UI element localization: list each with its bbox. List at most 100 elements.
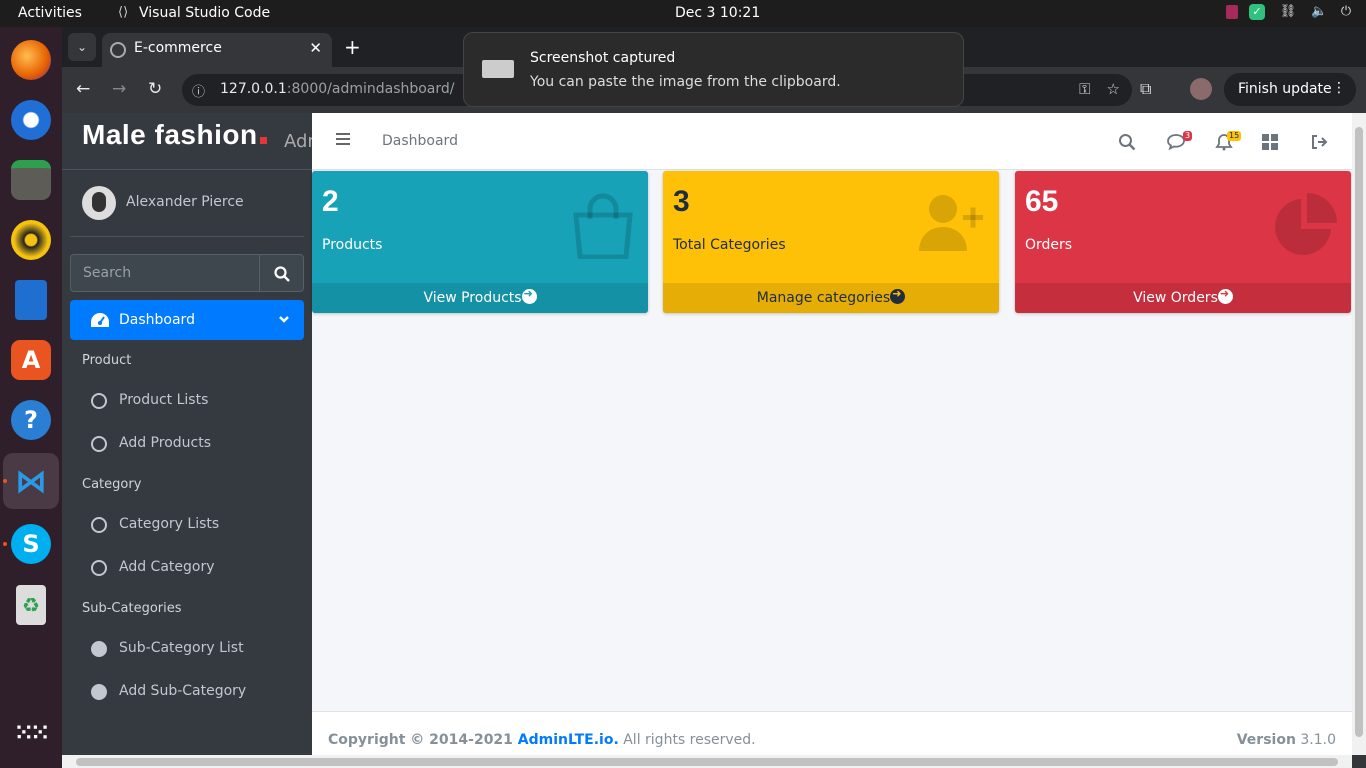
- scrollbar-thumb[interactable]: [1355, 127, 1363, 737]
- sidebar-search-input[interactable]: [70, 254, 259, 292]
- nav-header-sub-categories: Sub-Categories: [82, 601, 182, 616]
- nav-dashboard-link[interactable]: Dashboard: [382, 133, 458, 149]
- arrow-circle-right-icon: [1217, 287, 1233, 304]
- sidebar-item-label: Sub-Category List: [119, 640, 244, 656]
- sidebar-item-sub-category-list[interactable]: Sub-Category List: [70, 631, 304, 667]
- network-icon[interactable]: ⛓: [1276, 4, 1300, 20]
- user-avatar[interactable]: [82, 186, 116, 220]
- sidebar-item-add-sub-category[interactable]: Add Sub-Category: [70, 674, 304, 710]
- adminlte-link[interactable]: AdminLTE.io.: [518, 732, 619, 748]
- user-plus-icon: [919, 195, 983, 251]
- power-icon[interactable]: ⏻: [1338, 4, 1354, 20]
- help-icon[interactable]: ?: [11, 400, 51, 440]
- filled-circle-icon: [91, 684, 107, 700]
- widgets-grid-icon[interactable]: [1262, 134, 1278, 150]
- activities-button[interactable]: Activities: [18, 5, 82, 21]
- sidebar-item-add-products[interactable]: Add Products: [70, 426, 304, 462]
- running-indicator: [3, 479, 7, 483]
- site-info-icon[interactable]: ⓘ: [192, 81, 205, 100]
- orders-label: Orders: [1025, 237, 1073, 253]
- chevron-down-icon: [279, 316, 289, 323]
- sidebar-item-dashboard[interactable]: Dashboard: [70, 300, 304, 340]
- pie-chart-icon: [1275, 193, 1337, 255]
- notifications-badge: 15: [1227, 131, 1242, 141]
- copyright-text: Copyright © 2014-2021 AdminLTE.io. All r…: [328, 732, 756, 748]
- user-panel: Alexander Pierce: [70, 179, 304, 237]
- view-products-link[interactable]: View Products: [312, 283, 648, 313]
- back-icon[interactable]: ←: [76, 79, 90, 99]
- skype-icon[interactable]: S: [11, 524, 51, 564]
- sidebar-item-label: Add Category: [119, 559, 215, 575]
- vscode-icon[interactable]: ⋈: [11, 461, 51, 501]
- scrollbar-thumb[interactable]: [76, 758, 1338, 766]
- globe-icon: [110, 42, 126, 58]
- system-tray[interactable]: ✓ ⛓ 🔈 ⏻: [1226, 4, 1354, 20]
- orders-box: 65 Orders View Orders: [1015, 171, 1351, 313]
- forward-icon[interactable]: →: [112, 79, 126, 99]
- trash-icon[interactable]: ♻: [16, 585, 46, 625]
- screenshot-notification[interactable]: Screenshot captured You can paste the im…: [463, 32, 964, 107]
- writer-icon[interactable]: [15, 280, 47, 320]
- firefox-icon[interactable]: [11, 40, 51, 80]
- products-box: 2 Products View Products: [312, 171, 648, 313]
- close-tab-icon[interactable]: ✕: [309, 39, 322, 57]
- files-icon[interactable]: [11, 160, 51, 200]
- filled-circle-icon: [91, 641, 107, 657]
- app-grid-icon[interactable]: ⁙⁙: [11, 713, 51, 753]
- finish-update-button[interactable]: Finish update ⋮: [1224, 73, 1356, 106]
- arrow-circle-right-icon: [890, 287, 906, 304]
- nav-header-category: Category: [82, 477, 142, 492]
- finish-update-label: Finish update: [1238, 81, 1332, 97]
- app-center-icon[interactable]: A: [11, 340, 51, 380]
- hamburger-menu-icon[interactable]: [336, 133, 350, 145]
- brand-logo: Male fashion: [82, 119, 267, 151]
- sidebar: Male fashion Adm Alexander Pierce Dashbo…: [62, 113, 312, 755]
- shopping-bag-icon: [573, 193, 633, 259]
- app-menu[interactable]: Visual Studio Code: [139, 5, 270, 21]
- circle-icon: [91, 393, 107, 409]
- vertical-scrollbar[interactable]: [1352, 113, 1366, 755]
- brand-link[interactable]: Male fashion Adm: [62, 113, 312, 170]
- bookmark-star-icon[interactable]: ☆: [1107, 80, 1120, 98]
- sidebar-item-add-category[interactable]: Add Category: [70, 550, 304, 586]
- reload-icon[interactable]: ↻: [148, 79, 162, 99]
- view-orders-link[interactable]: View Orders: [1015, 283, 1351, 313]
- thunderbird-icon[interactable]: [11, 100, 51, 140]
- password-key-icon[interactable]: ⚿: [1079, 80, 1090, 98]
- sidebar-search-button[interactable]: [259, 254, 304, 292]
- user-name[interactable]: Alexander Pierce: [126, 194, 244, 210]
- clock[interactable]: Dec 3 10:21: [675, 5, 760, 21]
- sidebar-search: [70, 254, 304, 292]
- tab-search-icon[interactable]: ⌄: [68, 33, 96, 61]
- running-indicator: [3, 542, 7, 546]
- main-navbar: Dashboard 3 15: [312, 113, 1352, 170]
- categories-box: 3 Total Categories Manage categories: [663, 171, 999, 313]
- sidebar-item-label: Product Lists: [119, 392, 209, 408]
- sidebar-item-product-lists[interactable]: Product Lists: [70, 383, 304, 419]
- update-check-icon[interactable]: ✓: [1249, 4, 1265, 20]
- logout-icon[interactable]: [1310, 133, 1328, 151]
- brand-subtitle: Adm: [284, 131, 312, 152]
- sidebar-item-label: Dashboard: [119, 312, 195, 328]
- notification-title: Screenshot captured: [530, 50, 676, 66]
- profile-avatar[interactable]: [1190, 78, 1212, 100]
- system-top-bar: Activities ⟨⟩ Visual Studio Code Dec 3 1…: [0, 0, 1366, 27]
- kebab-menu-icon[interactable]: ⋮: [1332, 80, 1346, 96]
- indicator-icon[interactable]: [1226, 5, 1238, 19]
- rhythmbox-icon[interactable]: [11, 220, 51, 260]
- horizontal-scrollbar[interactable]: [62, 755, 1352, 768]
- extensions-icon[interactable]: ⧉: [1140, 79, 1151, 99]
- tab-title: E-commerce: [134, 40, 222, 56]
- new-tab-icon[interactable]: +: [344, 35, 361, 59]
- sidebar-item-label: Add Sub-Category: [119, 683, 247, 699]
- categories-count: 3: [673, 185, 690, 218]
- sidebar-item-category-lists[interactable]: Category Lists: [70, 507, 304, 543]
- nav-header-product: Product: [82, 353, 132, 368]
- navbar-search-icon[interactable]: [1118, 133, 1136, 151]
- main-footer: Copyright © 2014-2021 AdminLTE.io. All r…: [312, 711, 1352, 755]
- circle-icon: [91, 436, 107, 452]
- manage-categories-link[interactable]: Manage categories: [663, 283, 999, 313]
- messages-badge: 3: [1183, 131, 1193, 141]
- tab-ecommerce[interactable]: E-commerce ✕: [102, 33, 332, 67]
- volume-icon[interactable]: 🔈: [1311, 4, 1327, 20]
